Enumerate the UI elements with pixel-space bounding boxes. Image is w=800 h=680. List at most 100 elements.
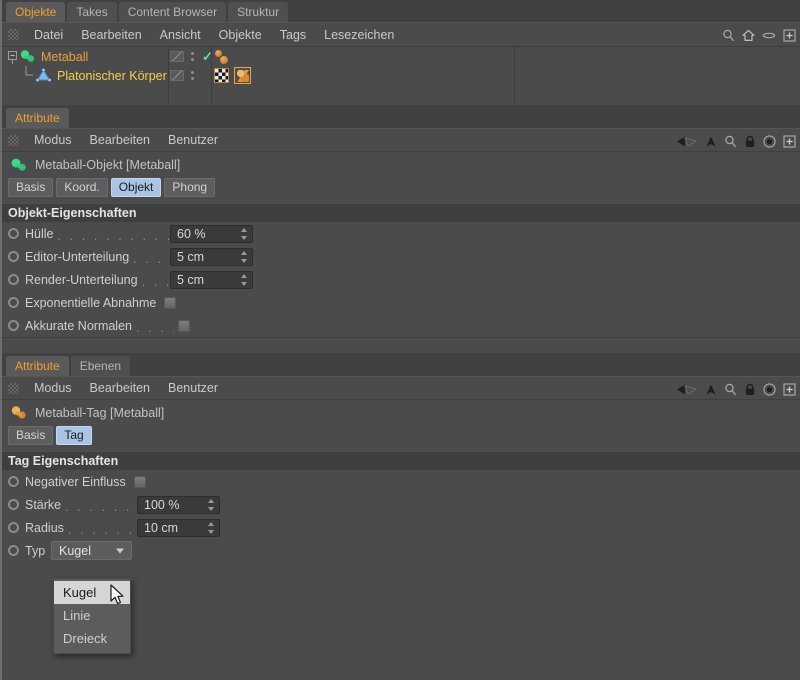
typ-dropdown-button[interactable]: Kugel [51,541,132,560]
up-arrow-icon[interactable] [705,383,717,396]
menu-bearbeiten[interactable]: Bearbeiten [81,376,159,400]
menu-modus[interactable]: Modus [25,128,81,152]
back-arrow-icon[interactable] [676,135,698,148]
property-label: Hülle [25,226,54,241]
dropdown-option-kugel[interactable]: Kugel [54,581,130,604]
menu-tags[interactable]: Tags [271,23,315,47]
pill-koord[interactable]: Koord. [56,177,108,197]
chevron-down-icon[interactable] [116,548,124,553]
drag-grip-icon[interactable] [8,382,19,394]
table-row[interactable]: Metaball ✓ [2,47,800,66]
typ-dropdown-menu[interactable]: Kugel Linie Dreieck [53,578,131,654]
attribute-object-toolbar: Modus Bearbeiten Benutzer [2,128,800,152]
search-icon[interactable] [722,29,735,42]
animation-track-dot[interactable] [8,320,19,331]
spinner-icon[interactable] [207,521,214,534]
spinner-icon[interactable] [207,498,214,511]
tab-attribute-tag[interactable]: Attribute [6,356,69,376]
tag-column[interactable] [214,47,230,66]
menu-datei[interactable]: Datei [25,23,72,47]
attribute-tag-tabstrip: Attribute Ebenen [2,353,800,376]
render-unterteilung-input[interactable]: 5 cm [170,270,253,289]
staerke-input[interactable]: 100 % [137,495,220,514]
animation-track-dot[interactable] [8,522,19,533]
object-manager-tree[interactable]: Metaball ✓ Platonischer Körper [2,46,800,105]
spinner-icon[interactable] [240,250,247,263]
pill-basis[interactable]: Basis [8,177,54,197]
visibility-dots-icon[interactable] [191,52,194,61]
visibility-dots-icon[interactable] [191,71,194,80]
menu-benutzer[interactable]: Benutzer [159,128,227,152]
menu-lesezeichen[interactable]: Lesezeichen [315,23,403,47]
menu-modus[interactable]: Modus [25,376,81,400]
panel-divider[interactable] [2,337,800,353]
platonic-object-icon [35,68,52,82]
lock-icon[interactable] [744,383,756,396]
visibility-toggles[interactable]: ✓ [170,47,213,66]
menu-bearbeiten[interactable]: Bearbeiten [81,128,159,152]
pill-objekt[interactable]: Objekt [110,177,162,197]
animation-track-dot[interactable] [8,297,19,308]
spinner-icon[interactable] [240,227,247,240]
tree-node-platonischer-koerper[interactable]: Platonischer Körper [2,66,167,85]
radius-input[interactable]: 10 cm [137,518,220,537]
plus-box-icon[interactable] [783,382,796,396]
negativer-einfluss-checkbox[interactable] [133,475,146,488]
exponentielle-abnahme-checkbox[interactable] [164,296,177,309]
visibility-box-icon[interactable] [170,51,184,62]
eye-icon[interactable] [762,29,776,42]
search-icon[interactable] [724,135,737,148]
spinner-icon[interactable] [240,273,247,286]
dropdown-option-dreieck[interactable]: Dreieck [54,627,130,650]
up-arrow-icon[interactable] [705,135,717,148]
animation-track-dot[interactable] [8,545,19,556]
drag-grip-icon[interactable] [8,134,19,146]
visibility-box-icon[interactable] [170,70,184,81]
animation-track-dot[interactable] [8,476,19,487]
plus-box-icon[interactable] [783,28,796,42]
pill-basis[interactable]: Basis [8,425,54,445]
animation-track-dot[interactable] [8,251,19,262]
table-row[interactable]: Platonischer Körper [2,66,800,85]
enabled-check-icon[interactable]: ✓ [202,50,213,63]
plus-box-icon[interactable] [783,134,796,148]
tab-objekte[interactable]: Objekte [6,2,66,22]
drag-grip-icon[interactable] [8,29,19,40]
pill-tag[interactable]: Tag [56,425,92,445]
metaball-tag-icon[interactable] [234,67,251,84]
target-icon[interactable] [763,382,776,396]
akkurate-normalen-checkbox[interactable] [178,319,190,332]
animation-track-dot[interactable] [8,499,19,510]
search-icon[interactable] [724,383,737,396]
tab-content-browser[interactable]: Content Browser [118,2,227,22]
tab-attribute-object[interactable]: Attribute [6,108,69,128]
property-row-render-unterteilung: Render-Unterteilung . . . 5 cm [2,268,800,291]
expand-collapse-icon[interactable] [6,47,19,66]
editor-unterteilung-input[interactable]: 5 cm [170,247,253,266]
animation-track-dot[interactable] [8,274,19,285]
metaball-dots-icon[interactable] [214,49,230,65]
tag-column[interactable] [214,66,251,85]
tab-ebenen[interactable]: Ebenen [70,356,131,376]
menu-ansicht[interactable]: Ansicht [151,23,210,47]
tab-struktur[interactable]: Struktur [228,2,289,22]
menu-bearbeiten[interactable]: Bearbeiten [72,23,150,47]
visibility-toggles[interactable] [170,66,194,85]
huelle-input[interactable]: 60 % [170,224,253,243]
pill-phong[interactable]: Phong [164,177,216,197]
cinema4d-window: Objekte Takes Content Browser Struktur D… [0,0,800,680]
target-icon[interactable] [763,134,776,148]
attribute-object-title-text: Metaball-Objekt [Metaball] [35,157,181,172]
texture-tag-icon[interactable] [214,68,229,83]
animation-track-dot[interactable] [8,228,19,239]
dropdown-option-linie[interactable]: Linie [54,604,130,627]
menu-benutzer[interactable]: Benutzer [159,376,227,400]
tab-takes[interactable]: Takes [67,2,117,22]
tree-node-metaball[interactable]: Metaball [2,47,88,66]
lock-icon[interactable] [744,135,756,148]
property-row-editor-unterteilung: Editor-Unterteilung . . . . . 5 cm [2,245,800,268]
home-icon[interactable] [742,29,755,42]
menu-objekte[interactable]: Objekte [210,23,271,47]
object-manager-tabstrip: Objekte Takes Content Browser Struktur [2,0,800,22]
back-arrow-icon[interactable] [676,383,698,396]
